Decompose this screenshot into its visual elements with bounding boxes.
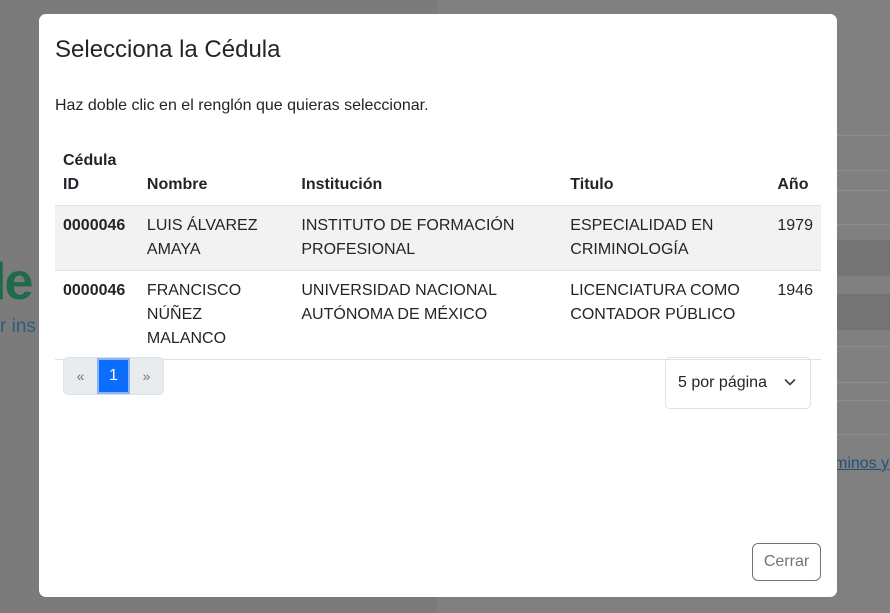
cell-institucion: INSTITUTO DE FORMACIÓN PROFESIONAL (PROC… xyxy=(293,205,563,271)
modal-body: Haz doble clic en el renglón que quieras… xyxy=(55,94,821,360)
background-block xyxy=(837,240,890,276)
header-id-label: ID xyxy=(63,176,79,193)
select-cedula-modal: Selecciona la Cédula Haz doble clic en e… xyxy=(39,14,837,597)
chevron-down-icon xyxy=(784,379,796,386)
background-divider xyxy=(837,400,890,401)
background-divider xyxy=(837,170,890,171)
background-divider xyxy=(837,434,890,435)
background-block xyxy=(837,294,890,330)
header-institucion[interactable]: Institución xyxy=(293,141,563,206)
cell-nombre: FRANCISCO NÚÑEZ MALANCO xyxy=(138,270,294,360)
background-divider xyxy=(837,224,890,225)
background-brand-text: le xyxy=(0,253,33,311)
background-divider xyxy=(837,135,890,136)
background-terms-link: minos y xyxy=(834,455,890,472)
pagination-page-button[interactable]: 1 xyxy=(97,358,130,394)
modal-title: Selecciona la Cédula xyxy=(55,36,281,63)
cell-institucion-text: INSTITUTO DE FORMACIÓN PROFESIONAL (PROC… xyxy=(301,217,515,258)
table-row[interactable]: 0000046 FRANCISCO NÚÑEZ MALANCO UNIVERSI… xyxy=(55,270,821,360)
background-divider xyxy=(837,382,890,383)
background-divider xyxy=(837,190,890,191)
close-button[interactable]: Cerrar xyxy=(752,543,821,581)
instruction-text: Haz doble clic en el renglón que quieras… xyxy=(55,97,429,114)
pagination: « 1 » xyxy=(63,357,164,395)
pagination-next-button[interactable]: » xyxy=(130,358,163,394)
cell-anio: 1946 xyxy=(769,270,821,360)
cell-titulo: LICENCIATURA COMO CONTADOR PÚBLICO xyxy=(562,270,770,360)
table-row[interactable]: 0000046 LUIS ÁLVAREZ AMAYA INSTITUTO DE … xyxy=(55,205,821,271)
cedula-table: Cédula ID Nombre Institución Titulo Año … xyxy=(55,141,821,360)
header-titulo[interactable]: Titulo xyxy=(562,141,770,206)
page-size-value: 5 por página xyxy=(678,374,767,391)
cell-titulo: ESPECIALIDAD EN CRIMINOLOGÍA xyxy=(562,205,770,271)
cell-anio: 1979 xyxy=(769,205,821,271)
cell-cedula: 0000046 xyxy=(55,270,139,360)
background-divider xyxy=(837,346,890,347)
header-nombre[interactable]: Nombre xyxy=(138,141,294,206)
cell-nombre: LUIS ÁLVAREZ AMAYA xyxy=(138,205,294,271)
pagination-prev-button[interactable]: « xyxy=(64,358,97,394)
header-cedula-label: Cédula xyxy=(63,152,117,169)
header-anio[interactable]: Año xyxy=(769,141,821,206)
page-size-select[interactable]: 5 por página xyxy=(665,357,811,409)
header-cedula-id[interactable]: Cédula ID xyxy=(55,141,139,206)
cell-cedula: 0000046 xyxy=(55,205,139,271)
background-subtitle-text: r ins xyxy=(0,316,36,337)
table-header-row: Cédula ID Nombre Institución Titulo Año xyxy=(55,141,821,206)
cell-institucion: UNIVERSIDAD NACIONAL AUTÓNOMA DE MÉXICO xyxy=(293,270,563,360)
